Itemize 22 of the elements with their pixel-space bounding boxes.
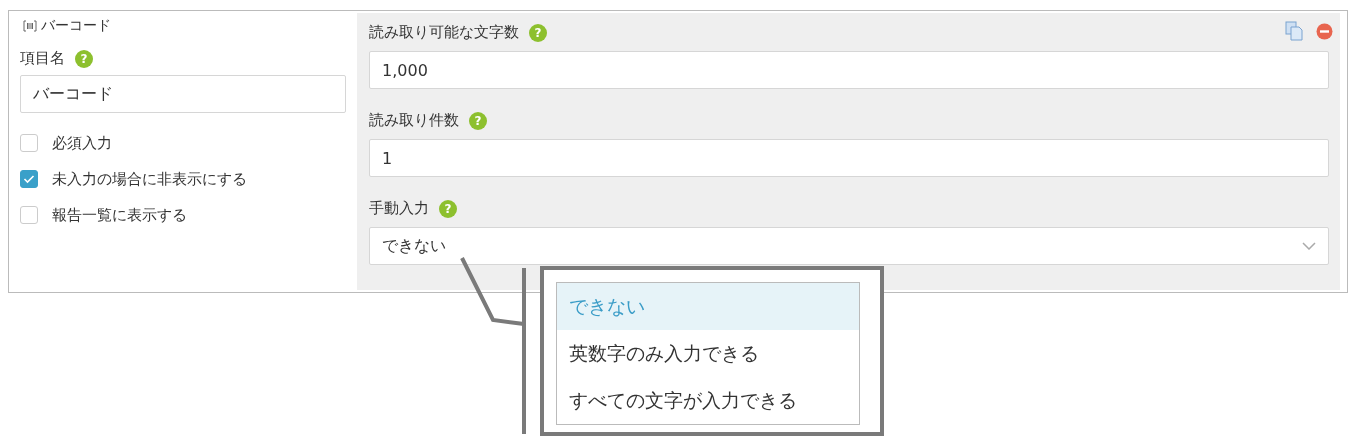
text-input[interactable]: 1	[369, 139, 1329, 177]
field-label: 項目名	[20, 49, 65, 68]
remove-icon[interactable]	[1316, 22, 1333, 40]
copy-icon[interactable]	[1285, 21, 1304, 41]
barcode-icon	[23, 20, 37, 32]
checkbox[interactable]	[20, 134, 38, 152]
dropdown-option[interactable]: 英数字のみ入力できる	[557, 330, 859, 377]
checkbox[interactable]	[20, 206, 38, 224]
setting-label: 読み取り可能な文字数	[369, 23, 519, 42]
dropdown-option[interactable]: すべての文字が入力できる	[557, 377, 859, 424]
checkbox-label: 報告一覧に表示する	[52, 205, 187, 225]
checkbox-label: 未入力の場合に非表示にする	[52, 169, 247, 189]
checkbox[interactable]	[20, 170, 38, 188]
field-type-label: バーコード	[41, 17, 111, 35]
select-field[interactable]: できない	[369, 227, 1329, 265]
name-input[interactable]: バーコード	[20, 75, 346, 113]
checkbox-label: 必須入力	[52, 133, 112, 153]
text-input[interactable]: 1,000	[369, 51, 1329, 89]
setting-label: 手動入力	[369, 199, 429, 218]
chevron-down-icon	[1302, 242, 1316, 250]
check-icon	[23, 174, 35, 184]
setting-label: 読み取り件数	[369, 111, 459, 130]
